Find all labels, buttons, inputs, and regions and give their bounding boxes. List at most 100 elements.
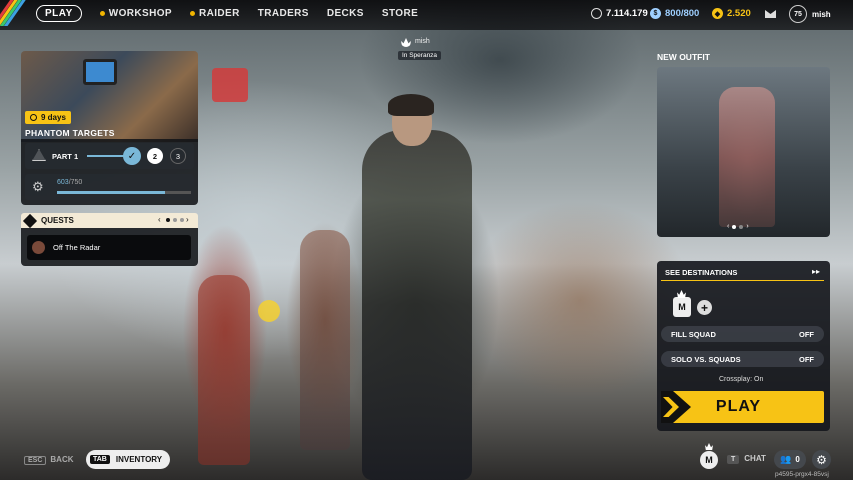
play-chevron-icon [661, 391, 691, 423]
cap-icon: $ [650, 8, 661, 19]
inventory-button[interactable]: TAB INVENTORY [86, 450, 170, 469]
player-name[interactable]: mish [812, 10, 831, 19]
see-destinations-label: SEE DESTINATIONS [665, 268, 738, 277]
back-label: BACK [50, 455, 74, 464]
settings-gear-icon[interactable]: ⚙ [812, 450, 831, 469]
notification-dot-icon [189, 11, 195, 16]
cap-value: 800/800 [665, 8, 700, 19]
page-dot [732, 224, 737, 229]
bg-figure-orange [300, 230, 350, 450]
outfit-prev-arrow[interactable]: ‹ [727, 223, 729, 230]
bg-figure-red [198, 275, 250, 465]
nav-label: RAIDER [198, 8, 240, 19]
fill-squad-state: OFF [799, 329, 814, 339]
quests-header: QUESTS ‹ › [21, 213, 198, 228]
play-button-label: PLAY [715, 398, 762, 415]
outfit-preview[interactable]: ‹ › [657, 67, 830, 237]
outfit-figure [719, 87, 775, 227]
add-squad-member-button[interactable]: + [697, 300, 712, 315]
nav-decks-tab[interactable]: DECKS [327, 8, 364, 19]
progress-value: 603 [57, 179, 69, 186]
outfit-page-dots: ‹ › [727, 223, 749, 230]
nav-raider-tab[interactable]: RAIDER [189, 8, 240, 19]
outfit-next-arrow[interactable]: › [746, 223, 748, 230]
back-button[interactable]: ESC BACK [24, 455, 74, 465]
triangle-icon [32, 149, 46, 161]
fill-squad-toggle[interactable]: FILL SQUAD OFF [661, 326, 824, 342]
solo-vs-squads-toggle[interactable]: SOLO VS. SQUADS OFF [661, 351, 824, 367]
coins-icon: ◆ [712, 8, 723, 19]
page-dot [180, 218, 184, 222]
player-level-badge[interactable]: 75 [789, 5, 807, 23]
fast-forward-icon: ▸▸ [811, 267, 820, 276]
event-part-label: PART 1 [52, 152, 79, 161]
friends-count: 0 [795, 455, 800, 464]
character-hair [388, 94, 434, 116]
event-timer: 9 days [41, 113, 66, 122]
play-button[interactable]: PLAY [661, 391, 824, 423]
crossplay-status: Crossplay: On [719, 376, 764, 383]
check-icon: ✓ [123, 147, 141, 165]
event-title: PHANTOM TARGETS [25, 128, 115, 138]
inventory-label: INVENTORY [115, 455, 163, 464]
gear-icon: ⚙ [32, 179, 44, 194]
top-bar: PLAY WORKSHOP RAIDER TRADERS DECKS STORE… [0, 0, 853, 30]
progress-text: 603/750 [57, 179, 82, 186]
notification-dot-icon [99, 11, 105, 16]
cap-display: $ 800/800 [650, 8, 699, 19]
coins-display: ◆ 2.520 [712, 8, 751, 19]
quest-prev-arrow[interactable]: ‹ [158, 215, 161, 224]
squad-member-slot[interactable]: M [673, 297, 691, 317]
step-3-indicator: 3 [170, 148, 186, 164]
progress-total: /750 [68, 179, 83, 186]
nav-play-tab[interactable]: PLAY [36, 5, 82, 22]
quest-page-dots [166, 218, 184, 222]
quest-item-label: Off The Radar [53, 243, 101, 252]
fill-squad-label: FILL SQUAD [671, 329, 716, 339]
chat-avatar[interactable]: M [700, 451, 718, 469]
nav-traders-tab[interactable]: TRADERS [258, 8, 309, 19]
quest-item[interactable]: Off The Radar [27, 235, 191, 260]
session-id: p4595-prgx4-85vsj [775, 471, 829, 478]
page-dot [166, 218, 170, 222]
yellow-lamp [258, 300, 280, 322]
event-part-row[interactable]: PART 1 ✓ 2 3 [25, 143, 194, 169]
new-outfit-title: NEW OUTFIT [657, 52, 710, 62]
timer-icon [30, 114, 37, 121]
event-artwork [83, 59, 117, 85]
solo-vs-squads-label: SOLO VS. SQUADS [671, 354, 741, 364]
brand-stripes-icon [0, 0, 26, 26]
credits-value: 7.114.179 [606, 8, 648, 19]
part-progress-line [87, 155, 125, 157]
event-progress-row: ⚙ 603/750 [25, 174, 194, 200]
center-player-name: mish [415, 38, 430, 45]
quest-next-arrow[interactable]: › [186, 215, 189, 224]
friends-icon: 👥 [780, 454, 792, 464]
main-nav: PLAY WORKSHOP RAIDER TRADERS DECKS STORE [36, 5, 418, 22]
solo-vs-squads-state: OFF [799, 354, 814, 364]
quest-avatar-icon [32, 241, 45, 254]
friends-button[interactable]: 👥 0 [774, 450, 806, 469]
chat-label: CHAT [744, 454, 766, 463]
nav-store-tab[interactable]: STORE [382, 8, 418, 19]
quests-title: QUESTS [41, 216, 74, 225]
red-light [212, 68, 248, 102]
credits-display: 7.114.179 [591, 8, 648, 19]
credits-icon [591, 8, 602, 19]
character-figure [362, 130, 472, 480]
page-dot [739, 224, 744, 229]
event-timer-badge: 9 days [25, 111, 71, 124]
chat-key: T [727, 455, 740, 464]
nav-label: WORKSHOP [108, 8, 172, 19]
nav-workshop-tab[interactable]: WORKSHOP [99, 8, 172, 19]
step-2-indicator: 2 [147, 148, 163, 164]
page-dot [173, 218, 177, 222]
esc-key: ESC [24, 456, 47, 465]
tab-key: TAB [90, 455, 110, 464]
progress-fill [57, 191, 165, 194]
chat-button[interactable]: T CHAT [727, 454, 766, 464]
see-destinations-button[interactable]: SEE DESTINATIONS ▸▸ [661, 265, 824, 281]
mail-icon[interactable] [765, 10, 776, 18]
quest-diamond-icon [22, 213, 38, 228]
coins-value: 2.520 [727, 8, 751, 19]
